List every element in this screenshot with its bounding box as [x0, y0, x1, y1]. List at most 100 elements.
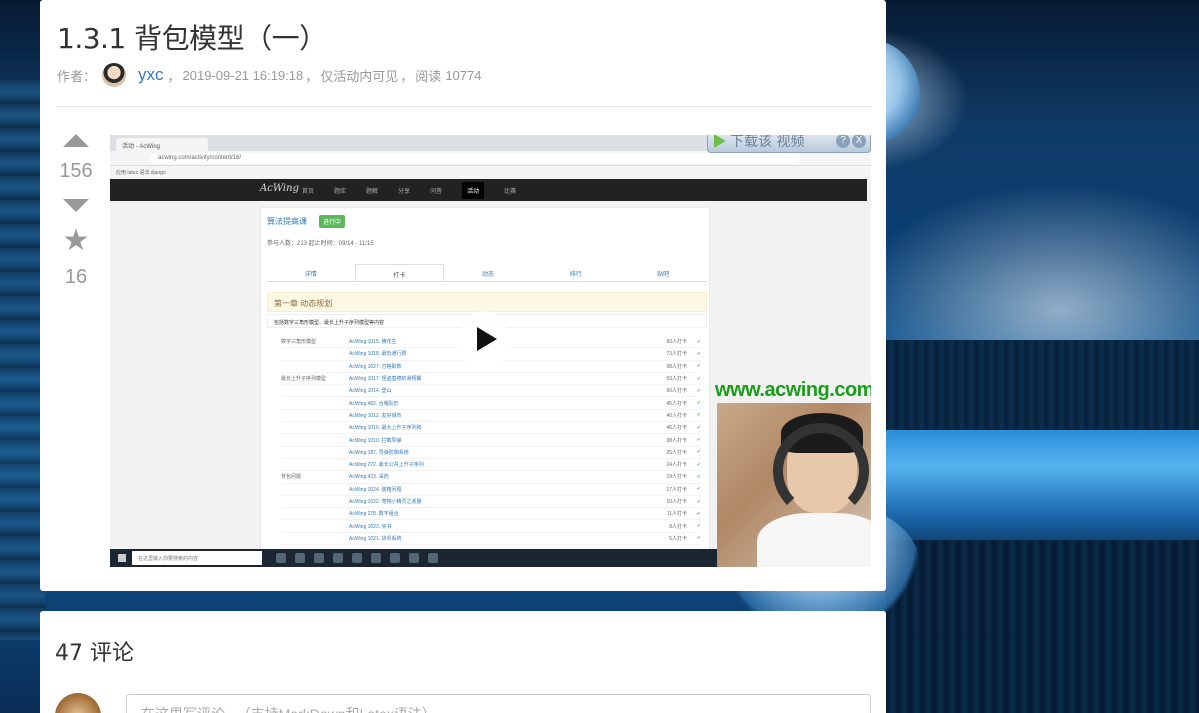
video-problem-row: AcWing 482. 合唱队形 45人打卡 ✔: [281, 397, 701, 410]
video-nav-item: 分享: [398, 189, 411, 195]
video-problem-name: AcWing 1014. 登山: [349, 388, 392, 395]
upvote-icon[interactable]: [63, 134, 89, 147]
video-problem-count: 17人打卡: [666, 486, 687, 493]
video-problem-row: AcWing 1016. 最大上升子序列和 46人打卡 ✔: [281, 422, 701, 435]
current-user-avatar: [55, 693, 101, 713]
video-nav-item: 首页: [302, 189, 315, 195]
star-count: 16: [64, 266, 88, 288]
webcam-headphones: [773, 423, 869, 519]
video-course-tab-active: 打卡: [354, 264, 445, 281]
windows-start-icon: [118, 554, 126, 562]
video-course-tab: 贴吧: [657, 272, 670, 278]
video-player[interactable]: 活动 - AcWing acwing.com/activity/content/…: [110, 135, 871, 567]
video-problem-name: AcWing 1010. 拦截导弹: [349, 437, 402, 444]
checkmark-icon: ✔: [696, 375, 701, 382]
comments-heading: 47 评论: [55, 635, 134, 667]
video-problem-count: 38人打卡: [666, 437, 687, 444]
checkmark-icon: ✔: [696, 498, 701, 505]
checkmark-icon: ✔: [696, 510, 701, 517]
video-problem-count: 40人打卡: [666, 412, 687, 419]
video-site-logo: AcWing: [260, 183, 299, 194]
author-link[interactable]: yxc: [138, 65, 164, 85]
video-site-nav: AcWing 首页 题库 题解 分享 问答 活动 比赛: [110, 179, 867, 201]
video-problem-name: AcWing 272. 最长公共上升子序列: [349, 462, 424, 469]
meta-separator: ，: [305, 68, 319, 84]
video-problem-count: 58人打卡: [666, 363, 687, 370]
checkmark-icon: ✔: [696, 449, 701, 456]
video-browser-tab: 活动 - AcWing: [116, 138, 208, 151]
taskbar-app-icon: [409, 553, 419, 563]
video-nav-item: 问答: [430, 189, 443, 195]
checkmark-icon: ✔: [696, 363, 701, 370]
video-problem-name: AcWing 278. 数字组合: [349, 511, 399, 518]
video-problem-count: 53人打卡: [666, 376, 687, 383]
video-problem-count: 46人打卡: [666, 425, 687, 432]
video-problem-row: AcWing 1022. 宠物小精灵之收服 10人打卡 ✔: [281, 496, 701, 509]
video-problem-name: AcWing 187. 导弹防御系统: [349, 449, 409, 456]
post-date: 2019-09-21 16:19:18: [182, 67, 304, 83]
play-icon: [476, 327, 497, 351]
video-problem-row: AcWing 187. 导弹防御系统 25人打卡 ✔: [281, 447, 701, 459]
video-nav-item-active: 活动: [462, 182, 485, 199]
video-problem-count: 10人打卡: [666, 499, 687, 505]
taskbar-app-icon: [428, 553, 438, 563]
download-arrow-icon: [714, 135, 726, 148]
download-video-bar[interactable]: 下载该 视频 ? X: [707, 135, 871, 153]
video-problem-row: AcWing 1010. 拦截导弹 38人打卡 ✔: [281, 434, 701, 447]
author-avatar[interactable]: [102, 63, 127, 87]
close-icon[interactable]: X: [852, 135, 866, 148]
video-address-bar: acwing.com/activity/content/16/: [110, 151, 871, 166]
video-problem-count: 45人打卡: [666, 400, 687, 407]
author-label: 作者：: [57, 68, 97, 84]
video-problem-row: AcWing 272. 最长公共上升子序列 24人打卡 ✔: [281, 459, 701, 472]
comment-input[interactable]: 在这里写评论...（支持MarkDown和Latex语法）: [126, 694, 871, 713]
video-problem-name: AcWing 1023. 买书: [349, 523, 392, 530]
video-watermark: www.acwing.com: [715, 379, 871, 401]
download-video-button[interactable]: 下载该 视频: [708, 135, 836, 151]
webcam-shirt: [757, 513, 871, 567]
video-taskbar-search: 在这里输入你要搜索的内容: [132, 551, 262, 565]
checkmark-icon: ✔: [696, 473, 701, 480]
video-course-tab: 排行: [569, 272, 582, 278]
video-problem-count: 25人打卡: [666, 449, 687, 456]
taskbar-app-icon: [333, 553, 343, 563]
video-course-tab: 详情: [304, 272, 317, 278]
vote-panel: 156 ★ 16: [58, 128, 94, 289]
checkmark-icon: ✔: [696, 387, 701, 394]
video-taskbar: 在这里输入你要搜索的内容: [110, 549, 717, 567]
comments-card: 47 评论 在这里写评论...（支持MarkDown和Latex语法）: [40, 611, 886, 713]
background-trees-right-lower: [886, 540, 1199, 713]
video-problem-category: 背包问题: [281, 474, 302, 481]
video-problem-name: AcWing 1022. 宠物小精灵之收服: [349, 499, 422, 505]
video-url: acwing.com/activity/content/16/: [150, 153, 800, 164]
article-meta: 作者： yxc ， 2019-09-21 16:19:18 ， 仅活动内可见 ，…: [57, 62, 481, 88]
download-video-label: 下载该 视频: [730, 135, 805, 150]
video-problem-count: 73人打卡: [666, 351, 687, 358]
video-course-tab: 动态: [481, 272, 494, 278]
taskbar-app-icon: [390, 553, 400, 563]
video-problem-name: AcWing 1024. 装箱问题: [349, 486, 402, 493]
checkmark-icon: ✔: [696, 338, 701, 345]
video-problem-row: AcWing 1023. 买书 8人打卡 ✔: [281, 520, 701, 533]
checkmark-icon: ✔: [696, 523, 701, 530]
video-nav-items: 首页 题库 题解 分享 问答 活动 比赛: [302, 182, 516, 199]
checkmark-icon: ✔: [696, 350, 701, 357]
checkmark-icon: ✔: [696, 437, 701, 444]
background-trees-right: [886, 340, 1199, 430]
checkmark-icon: ✔: [696, 486, 701, 493]
play-button[interactable]: [456, 311, 512, 367]
taskbar-app-icon: [295, 553, 305, 563]
article-card: 1.3.1 背包模型（一） 作者： yxc ， 2019-09-21 16:19…: [40, 0, 886, 591]
divider: [57, 106, 871, 107]
video-problem-name: AcWing 482. 合唱队形: [349, 400, 399, 407]
background-trees-left: [0, 80, 45, 640]
video-course-tabs: 详情 打卡 动态 排行 贴吧: [267, 264, 707, 282]
checkmark-icon: ✔: [696, 535, 701, 542]
downvote-icon[interactable]: [63, 199, 89, 212]
star-icon[interactable]: ★: [63, 226, 90, 256]
video-problem-name: AcWing 1021. 货币系统: [349, 535, 402, 542]
video-course-status: 进行中: [319, 215, 346, 228]
help-icon[interactable]: ?: [836, 135, 850, 148]
meta-separator: ，: [400, 68, 414, 84]
background-lake: [880, 430, 1199, 550]
